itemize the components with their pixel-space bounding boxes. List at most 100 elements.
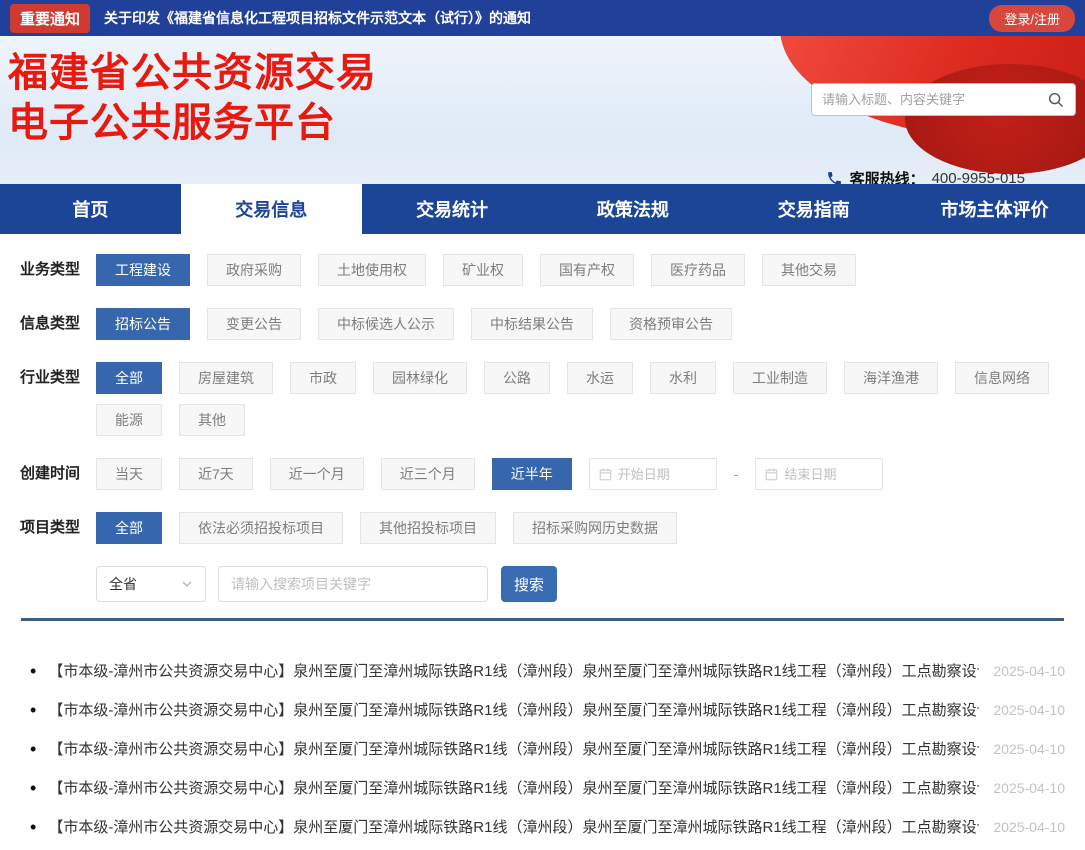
item-date: 2025-04-10	[993, 663, 1065, 679]
project-search-row: 全省 搜索	[96, 566, 1065, 602]
filter-option[interactable]: 国有产权	[540, 254, 634, 286]
search-icon[interactable]	[1047, 91, 1065, 109]
item-date: 2025-04-10	[993, 819, 1065, 835]
filter-option[interactable]: 政府采购	[207, 254, 301, 286]
start-date-field[interactable]	[589, 458, 717, 490]
filter-panel: 业务类型工程建设政府采购土地使用权矿业权国有产权医疗药品其他交易信息类型招标公告…	[0, 234, 1085, 602]
filter-option[interactable]: 信息网络	[955, 362, 1049, 394]
calendar-icon	[765, 468, 778, 481]
filter-option[interactable]: 变更公告	[207, 308, 301, 340]
filter-option[interactable]: 水利	[650, 362, 716, 394]
nav-tab[interactable]: 首页	[0, 184, 181, 234]
filter-option[interactable]: 工业制造	[733, 362, 827, 394]
filter-option[interactable]: 工程建设	[96, 254, 190, 286]
filter-option[interactable]: 近三个月	[381, 458, 475, 490]
filter-option[interactable]: 近一个月	[270, 458, 364, 490]
project-keyword-input[interactable]	[218, 566, 488, 602]
filter-option[interactable]: 医疗药品	[651, 254, 745, 286]
header: 福建省公共资源交易 电子公共服务平台 客服热线： 400-9955-015	[0, 36, 1085, 184]
filter-option[interactable]: 园林绿化	[373, 362, 467, 394]
filter-options: 全部房屋建筑市政园林绿化公路水运水利工业制造海洋渔港信息网络能源其他	[96, 362, 1065, 436]
filter-option[interactable]: 房屋建筑	[179, 362, 273, 394]
end-date-field-input[interactable]	[784, 467, 873, 482]
region-select[interactable]: 全省	[96, 566, 206, 602]
nav-tab[interactable]: 政策法规	[542, 184, 723, 234]
bullet-icon: •	[30, 818, 36, 836]
site-logo: 福建省公共资源交易 电子公共服务平台	[8, 48, 377, 148]
notice-link[interactable]: 关于印发《福建省信息化工程项目招标文件示范文本（试行）》的通知	[104, 8, 531, 28]
end-date-field[interactable]	[755, 458, 883, 490]
filter-row-industry-type: 行业类型全部房屋建筑市政园林绿化公路水运水利工业制造海洋渔港信息网络能源其他	[20, 362, 1065, 436]
page: 重要通知 关于印发《福建省信息化工程项目招标文件示范文本（试行）》的通知 登录/…	[0, 0, 1085, 850]
header-search-input[interactable]	[822, 92, 1047, 107]
item-title[interactable]: 【市本级-漳州市公共资源交易中心】泉州至厦门至漳州城际铁路R1线（漳州段）泉州至…	[48, 660, 979, 681]
filter-row-create-time: 创建时间当天近7天近一个月近三个月近半年 -	[20, 458, 1065, 490]
filter-option[interactable]: 中标结果公告	[471, 308, 593, 340]
filter-label: 行业类型	[20, 362, 96, 394]
filter-option[interactable]: 能源	[96, 404, 162, 436]
filter-option[interactable]: 公路	[484, 362, 550, 394]
filter-option[interactable]: 水运	[567, 362, 633, 394]
nav-tab[interactable]: 市场主体评价	[904, 184, 1085, 234]
login-register-button[interactable]: 登录/注册	[989, 5, 1075, 32]
filter-label: 项目类型	[20, 512, 96, 544]
item-title[interactable]: 【市本级-漳州市公共资源交易中心】泉州至厦门至漳州城际铁路R1线（漳州段）泉州至…	[48, 699, 979, 720]
nav-tab[interactable]: 交易指南	[723, 184, 904, 234]
filter-option[interactable]: 资格预审公告	[610, 308, 732, 340]
list-item[interactable]: • 【市本级-漳州市公共资源交易中心】泉州至厦门至漳州城际铁路R1线（漳州段）泉州…	[30, 807, 1065, 846]
filter-options: 工程建设政府采购土地使用权矿业权国有产权医疗药品其他交易	[96, 254, 1065, 286]
item-date: 2025-04-10	[993, 780, 1065, 796]
important-notice-badge: 重要通知	[10, 4, 90, 33]
filter-label: 信息类型	[20, 308, 96, 340]
list-item[interactable]: • 【市本级-漳州市公共资源交易中心】泉州至厦门至漳州城际铁路R1线（漳州段）泉州…	[30, 768, 1065, 807]
hotline: 客服热线： 400-9955-015	[826, 168, 1025, 184]
search-button[interactable]: 搜索	[501, 566, 557, 602]
filter-row-info-type: 信息类型招标公告变更公告中标候选人公示中标结果公告资格预审公告	[20, 308, 1065, 340]
filter-label: 创建时间	[20, 458, 96, 490]
filter-option[interactable]: 近7天	[179, 458, 253, 490]
notice-bar: 重要通知 关于印发《福建省信息化工程项目招标文件示范文本（试行）》的通知 登录/…	[0, 0, 1085, 36]
bullet-icon: •	[30, 740, 36, 758]
filter-option[interactable]: 其他交易	[762, 254, 856, 286]
bullet-icon: •	[30, 662, 36, 680]
filter-option[interactable]: 中标候选人公示	[318, 308, 454, 340]
bullet-icon: •	[30, 779, 36, 797]
item-title[interactable]: 【市本级-漳州市公共资源交易中心】泉州至厦门至漳州城际铁路R1线（漳州段）泉州至…	[48, 777, 979, 798]
phone-icon	[826, 170, 843, 184]
item-date: 2025-04-10	[993, 741, 1065, 757]
filter-option[interactable]: 市政	[290, 362, 356, 394]
nav-tab[interactable]: 交易信息	[181, 184, 362, 234]
date-range-separator: -	[734, 466, 739, 482]
filter-option[interactable]: 矿业权	[443, 254, 523, 286]
filter-row-project-type: 项目类型全部依法必须招投标项目其他招投标项目招标采购网历史数据	[20, 512, 1065, 544]
list-item[interactable]: •【市本级-漳州市公共资源交易中心】泉州至厦门至漳州城际铁路R1线（漳州段）泉州…	[30, 690, 1065, 729]
filter-option[interactable]: 土地使用权	[318, 254, 426, 286]
list-item[interactable]: • 【市本级-漳州市公共资源交易中心】泉州至厦门至漳州城际铁路R1线（漳州段）泉州…	[30, 651, 1065, 690]
nav-tab[interactable]: 交易统计	[362, 184, 543, 234]
filter-options: 全部依法必须招投标项目其他招投标项目招标采购网历史数据	[96, 512, 1065, 544]
filter-option[interactable]: 其他	[179, 404, 245, 436]
filter-option[interactable]: 招标公告	[96, 308, 190, 340]
filter-option[interactable]: 全部	[96, 512, 162, 544]
header-search-box	[811, 83, 1076, 116]
chevron-down-icon	[181, 578, 193, 590]
result-list: • 【市本级-漳州市公共资源交易中心】泉州至厦门至漳州城际铁路R1线（漳州段）泉州…	[0, 621, 1085, 846]
filter-option[interactable]: 依法必须招投标项目	[179, 512, 343, 544]
item-title[interactable]: 【市本级-漳州市公共资源交易中心】泉州至厦门至漳州城际铁路R1线（漳州段）泉州至…	[48, 738, 979, 759]
filter-options: 招标公告变更公告中标候选人公示中标结果公告资格预审公告	[96, 308, 1065, 340]
filter-option[interactable]: 近半年	[492, 458, 572, 490]
list-item[interactable]: • 【市本级-漳州市公共资源交易中心】泉州至厦门至漳州城际铁路R1线（漳州段）泉州…	[30, 729, 1065, 768]
filter-label: 业务类型	[20, 254, 96, 286]
item-title[interactable]: 【市本级-漳州市公共资源交易中心】泉州至厦门至漳州城际铁路R1线（漳州段）泉州至…	[48, 816, 979, 837]
region-select-value: 全省	[109, 574, 137, 594]
filter-option[interactable]: 其他招投标项目	[360, 512, 496, 544]
filter-option[interactable]: 海洋渔港	[844, 362, 938, 394]
filter-option[interactable]: 全部	[96, 362, 162, 394]
filter-row-business-type: 业务类型工程建设政府采购土地使用权矿业权国有产权医疗药品其他交易	[20, 254, 1065, 286]
hotline-number: 400-9955-015	[932, 170, 1025, 184]
filter-option[interactable]: 招标采购网历史数据	[513, 512, 677, 544]
nav-tabs: 首页交易信息交易统计政策法规交易指南市场主体评价	[0, 184, 1085, 234]
filter-option[interactable]: 当天	[96, 458, 162, 490]
start-date-field-input[interactable]	[618, 467, 707, 482]
logo-line1: 福建省公共资源交易	[8, 48, 377, 98]
